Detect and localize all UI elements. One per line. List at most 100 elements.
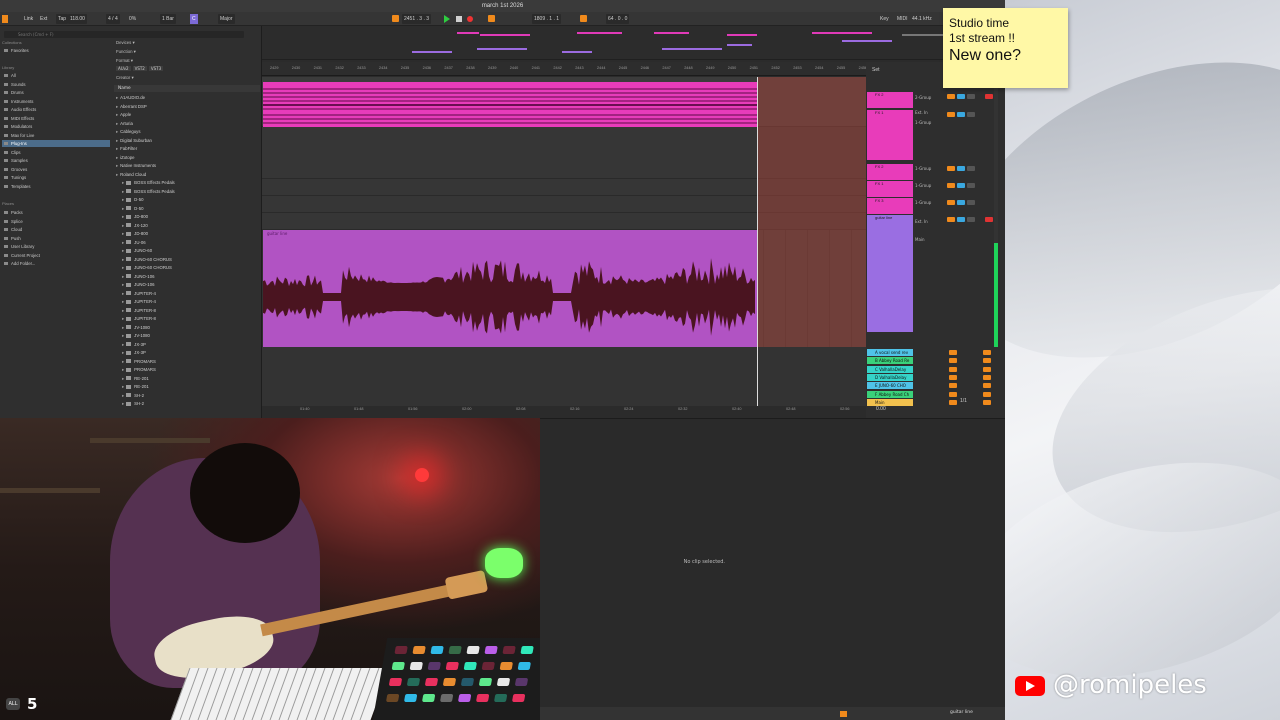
place-item[interactable]: Splice: [2, 218, 110, 225]
return-track[interactable]: E JUNO-60 CHO: [867, 382, 913, 390]
plugin-item[interactable]: ▸ JUNO-60 CHORUS: [122, 256, 262, 263]
plugin-item[interactable]: ▸ JUNO-106: [122, 281, 262, 288]
loop-region[interactable]: [758, 77, 866, 347]
plugin-item[interactable]: ▸ JUPITER-8: [122, 315, 262, 322]
format-tag[interactable]: VST2: [132, 66, 147, 71]
track-header[interactable]: FX 3: [867, 198, 913, 214]
solo-button[interactable]: [957, 200, 965, 205]
set-button[interactable]: Set: [872, 65, 880, 75]
arm-button[interactable]: [967, 183, 975, 188]
category-item[interactable]: Plug-Ins: [2, 140, 110, 147]
record-arm-button[interactable]: [985, 94, 993, 99]
arm-button[interactable]: [967, 200, 975, 205]
loop-length-field[interactable]: 64 . 0 . 0: [606, 14, 630, 24]
plugin-item[interactable]: ▸ D-50: [122, 205, 262, 212]
arrangement-view[interactable]: guitar line: [262, 77, 866, 407]
plugin-item[interactable]: ▸ JUPITER-4: [122, 298, 262, 305]
main-volume[interactable]: 0.00: [876, 404, 886, 414]
io-select[interactable]: 1-Group: [915, 200, 943, 205]
key-select[interactable]: C: [190, 14, 198, 24]
vendor-item[interactable]: ▸ iZotope: [116, 154, 256, 161]
io-select[interactable]: 1-Group: [915, 183, 943, 188]
plugin-item[interactable]: ▸ SH-2: [122, 400, 262, 407]
vendor-item[interactable]: ▸ Native Instruments: [116, 162, 256, 169]
category-item[interactable]: Max for Live: [2, 132, 110, 139]
track-output-button[interactable]: [983, 374, 991, 380]
category-item[interactable]: Grooves: [2, 166, 110, 173]
place-item[interactable]: User Library: [2, 243, 110, 250]
format-tag[interactable]: AUv2: [116, 66, 131, 71]
plugin-item[interactable]: ▸ JV-1080: [122, 324, 262, 331]
plugin-item[interactable]: ▸ JUPITER-8: [122, 307, 262, 314]
plugin-item[interactable]: ▸ JUPITER-4: [122, 290, 262, 297]
track-output-button[interactable]: [983, 350, 991, 355]
track-output-button[interactable]: [983, 383, 991, 389]
key-map-button[interactable]: Key: [880, 14, 889, 24]
favorites-item[interactable]: Favorites: [2, 47, 110, 54]
sticky-note[interactable]: Studio time 1st stream !! New one?: [943, 8, 1068, 88]
track-activator-button[interactable]: [947, 112, 955, 117]
place-item[interactable]: Add Folder...: [2, 260, 110, 267]
track-output-button[interactable]: [983, 399, 991, 405]
category-item[interactable]: Templates: [2, 183, 110, 190]
audio-clip[interactable]: [263, 82, 757, 127]
plugin-item[interactable]: ▸ JV-1080: [122, 332, 262, 339]
arrangement-position[interactable]: 2451 . 3 . 3: [402, 14, 432, 24]
plugin-item[interactable]: ▸ PROMARS: [122, 366, 262, 373]
status-icon[interactable]: [840, 711, 847, 717]
vendor-item[interactable]: ▸ Arturia: [116, 120, 256, 127]
ext-sync-button[interactable]: Ext: [40, 14, 47, 24]
category-item[interactable]: Samples: [2, 157, 110, 164]
io-select[interactable]: Ext. In: [915, 110, 943, 115]
io-select[interactable]: Main: [915, 237, 943, 242]
io-select[interactable]: 2-Group: [915, 95, 943, 100]
track-activator-button[interactable]: [949, 350, 957, 355]
browser-search-input[interactable]: Search (Cmd + F): [4, 31, 244, 38]
audio-clip-guitar-line[interactable]: guitar line: [263, 230, 757, 347]
track-output-button[interactable]: [983, 366, 991, 372]
solo-button[interactable]: [957, 94, 965, 99]
tempo-field[interactable]: 118.00: [68, 14, 87, 24]
category-item[interactable]: All: [2, 72, 110, 79]
track-activator-button[interactable]: [949, 358, 957, 364]
quantization-select[interactable]: 1 Bar: [160, 14, 176, 24]
return-track[interactable]: Main: [867, 398, 913, 406]
follow-icon[interactable]: [392, 15, 399, 22]
plugin-item[interactable]: ▸ D-50: [122, 196, 262, 203]
category-item[interactable]: Instruments: [2, 98, 110, 105]
link-button[interactable]: Link: [24, 14, 33, 24]
track-activator-button[interactable]: [947, 217, 955, 222]
place-item[interactable]: Packs: [2, 209, 110, 216]
plugin-item[interactable]: ▸ JUNO-106: [122, 273, 262, 280]
plugin-item[interactable]: ▸ JD-800: [122, 213, 262, 220]
plugin-item[interactable]: ▸ JX-3P: [122, 349, 262, 356]
vendor-item[interactable]: ▸ A1AUDIO.de: [116, 94, 256, 101]
solo-button[interactable]: [957, 217, 965, 222]
plugin-item[interactable]: ▸ JUNO-60: [122, 247, 262, 254]
arrangement-overview[interactable]: [262, 26, 1002, 60]
scale-select[interactable]: Major: [218, 14, 235, 24]
vendor-item[interactable]: ▸ FabFilter: [116, 145, 256, 152]
browser-toggle-icon[interactable]: [2, 15, 8, 23]
plugin-item[interactable]: ▸ PROMARS: [122, 358, 262, 365]
track-activator-button[interactable]: [949, 399, 957, 405]
io-select[interactable]: 1-Group: [915, 166, 943, 171]
arm-button[interactable]: [967, 112, 975, 117]
tap-button[interactable]: Tap: [56, 14, 69, 24]
plugin-item[interactable]: ▸ JU-06: [122, 239, 262, 246]
vendor-item[interactable]: ▸ Apple: [116, 111, 256, 118]
vendor-item[interactable]: ▸ Roland Cloud: [116, 171, 256, 178]
place-item[interactable]: Cloud: [2, 226, 110, 233]
category-item[interactable]: Tunings: [2, 174, 110, 181]
time-ruler[interactable]: 01:40 01:48 01:56 02:00 02:08 02:16 02:24 02:32…: [262, 406, 866, 416]
loop-switch-icon[interactable]: [580, 15, 587, 22]
track-activator-button[interactable]: [947, 183, 955, 188]
track-output-button[interactable]: [983, 391, 991, 397]
record-button[interactable]: [467, 16, 473, 22]
track-header[interactable]: FX 1: [867, 110, 913, 160]
io-select[interactable]: Ext. In: [915, 219, 943, 224]
midi-map-button[interactable]: MIDI: [897, 14, 908, 24]
automation-arm-icon[interactable]: [488, 15, 495, 22]
plugin-item[interactable]: ▸ SH-2: [122, 392, 262, 399]
beat-ruler[interactable]: 2429 2430 2431 2432 2433 2434 2435 2436 2437 2438…: [262, 62, 867, 76]
